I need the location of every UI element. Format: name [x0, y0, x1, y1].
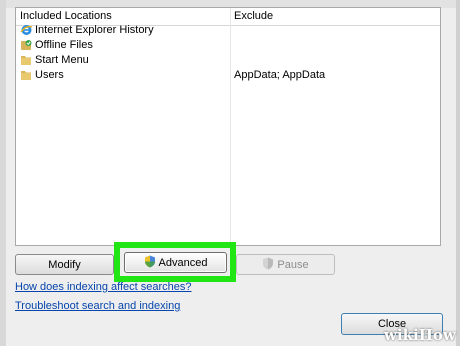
table-row[interactable]: Start Menu — [16, 53, 440, 68]
troubleshoot-link[interactable]: Troubleshoot search and indexing — [15, 300, 180, 312]
folder-icon — [20, 69, 33, 81]
locations-table: Included Locations Exclude Internet Expl… — [15, 7, 441, 246]
table-row[interactable]: Offline Files — [16, 38, 440, 53]
offline-files-icon — [20, 39, 33, 51]
table-row[interactable]: Internet Explorer History — [16, 23, 440, 38]
pause-button-label: Pause — [277, 258, 309, 271]
window-frame-right — [456, 0, 460, 346]
advanced-button-label: Advanced — [158, 256, 208, 269]
row-location-name: Start Menu — [35, 54, 89, 66]
how-indexing-link[interactable]: How does indexing affect searches? — [15, 281, 192, 293]
row-location-name: Offline Files — [35, 39, 93, 51]
modify-button[interactable]: Modify — [15, 254, 114, 275]
row-location-name: Users — [35, 69, 64, 81]
shield-icon — [144, 255, 156, 271]
table-row[interactable]: Users AppData; AppData — [16, 68, 440, 83]
modify-button-label: Modify — [48, 258, 81, 271]
row-exclude-value: AppData; AppData — [234, 69, 326, 81]
row-location-name: Internet Explorer History — [35, 24, 154, 36]
advanced-button[interactable]: Advanced — [124, 252, 227, 273]
column-header-included[interactable]: Included Locations — [20, 10, 112, 22]
shield-icon — [262, 257, 274, 273]
wikihow-watermark: wikiHow — [384, 326, 456, 344]
column-header-exclude[interactable]: Exclude — [234, 10, 273, 22]
pause-button[interactable]: Pause — [236, 254, 335, 275]
internet-explorer-icon — [20, 24, 33, 36]
window-frame-left — [0, 0, 6, 346]
folder-icon — [20, 54, 33, 66]
